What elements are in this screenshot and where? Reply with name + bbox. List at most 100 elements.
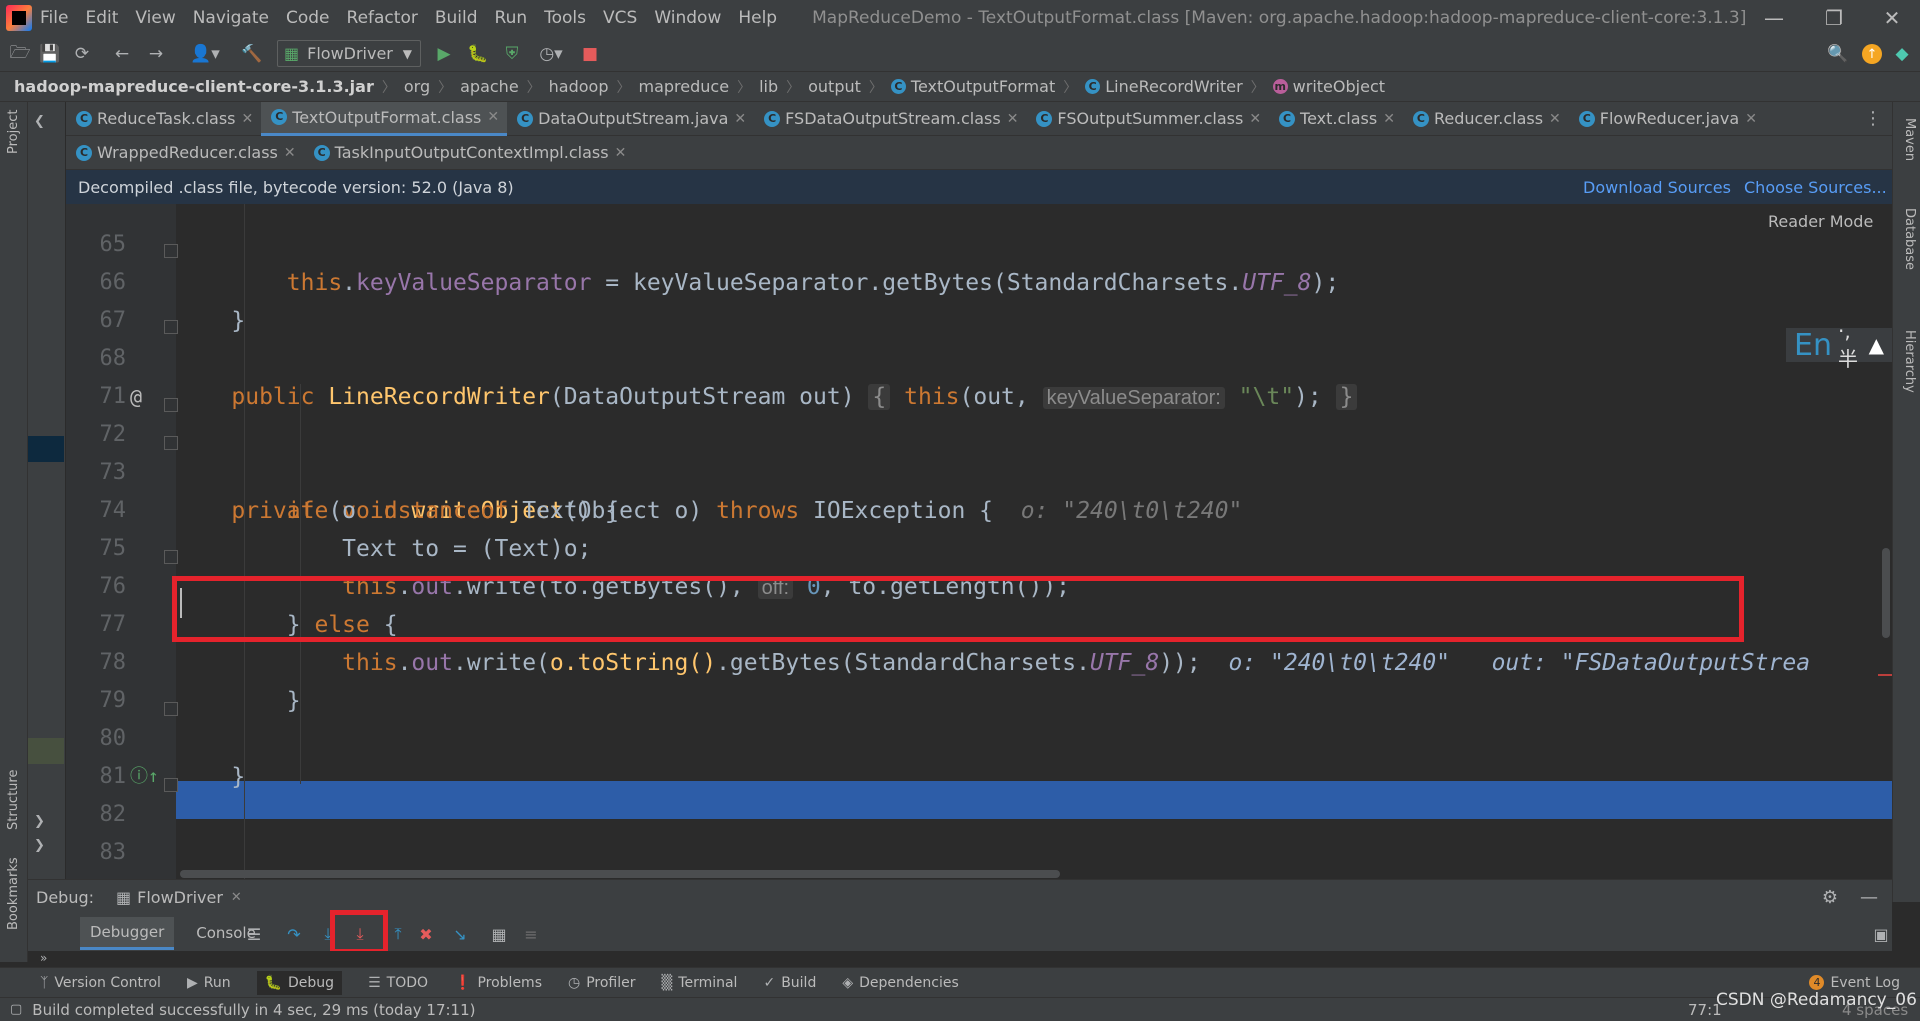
menu-file[interactable]: File	[40, 8, 68, 28]
project-tool-button[interactable]: Project	[6, 110, 21, 154]
menu-edit[interactable]: Edit	[85, 8, 118, 28]
crumb-org[interactable]: org	[404, 77, 430, 96]
gear-icon[interactable]: ⚙	[1822, 887, 1838, 908]
chevron-down-icon[interactable]: ❮	[34, 114, 45, 129]
run-icon[interactable]: ▶	[434, 44, 454, 64]
tab-flowreducer[interactable]: C FlowReducer.java ✕	[1569, 102, 1765, 136]
more-tabs-icon[interactable]: ⋮	[1864, 108, 1882, 129]
crumb-writeobject[interactable]: writeObject	[1293, 77, 1385, 96]
hide-panel-icon[interactable]: —	[1860, 887, 1878, 908]
back-arrow-icon[interactable]: ←	[112, 44, 132, 64]
tab-fsoutputsummer[interactable]: C FSOutputSummer.class ✕	[1026, 102, 1269, 136]
chevron-double-right-icon[interactable]: »	[40, 951, 47, 965]
structure-tool-button[interactable]: Structure	[6, 770, 21, 830]
reader-mode-toggle[interactable]: Reader Mode	[1768, 212, 1873, 231]
fold-marker-icon[interactable]	[164, 702, 178, 716]
bookmarks-tool-button[interactable]: Bookmarks	[6, 857, 21, 930]
close-icon[interactable]: ✕	[1745, 111, 1757, 127]
crumb-jar[interactable]: hadoop-mapreduce-client-core-3.1.3.jar	[14, 77, 374, 96]
close-icon[interactable]: ✕	[231, 890, 242, 905]
close-icon[interactable]: ✕	[1249, 111, 1261, 127]
menu-help[interactable]: Help	[738, 8, 777, 28]
close-icon[interactable]: ✕	[1007, 111, 1019, 127]
debug-session-tab[interactable]: FlowDriver	[137, 888, 223, 907]
bottom-tab-run[interactable]: ▶ Run	[187, 975, 231, 991]
implements-icon[interactable]: ⓘ↑	[130, 758, 159, 796]
stop-icon[interactable]: ■	[580, 44, 600, 64]
drop-frame-icon[interactable]: ✖	[415, 923, 437, 945]
close-icon[interactable]: ✕	[487, 109, 499, 125]
fold-marker-icon[interactable]	[164, 244, 178, 258]
tab-fsdataoutputstream[interactable]: C FSDataOutputStream.class ✕	[754, 102, 1026, 136]
fold-marker-icon[interactable]	[164, 778, 178, 792]
fold-marker-icon[interactable]	[164, 320, 178, 334]
tab-wrappedreducer[interactable]: C WrappedReducer.class ✕	[66, 136, 304, 170]
tab-reducer[interactable]: C Reducer.class ✕	[1403, 102, 1569, 136]
search-icon[interactable]: 🔍	[1827, 44, 1848, 64]
bottom-tab-dependencies[interactable]: ◈ Dependencies	[842, 975, 958, 991]
profiler-icon[interactable]: ◷▾	[534, 44, 568, 64]
menu-navigate[interactable]: Navigate	[193, 8, 269, 28]
close-icon[interactable]: ✕	[615, 145, 627, 161]
crumb-hadoop[interactable]: hadoop	[549, 77, 609, 96]
menu-view[interactable]: View	[135, 8, 175, 28]
evaluate-expression-icon[interactable]: ▦	[488, 923, 510, 945]
status-message[interactable]: Build completed successfully in 4 sec, 2…	[32, 1001, 475, 1019]
crumb-mapreduce[interactable]: mapreduce	[639, 77, 730, 96]
maven-tool-button[interactable]: Maven	[1902, 118, 1917, 161]
code-editor[interactable]: 65 this.keyValueSeparator = keyValueSepa…	[66, 204, 1892, 879]
tree-row-highlight[interactable]	[28, 738, 64, 764]
fold-marker-icon[interactable]	[164, 550, 178, 564]
error-stripe-mark[interactable]	[1878, 674, 1892, 676]
sync-icon[interactable]: ⟳	[72, 44, 92, 64]
close-icon[interactable]: ✕	[734, 111, 746, 127]
bottom-tab-debug[interactable]: 🐛 Debug	[256, 970, 343, 995]
crumb-apache[interactable]: apache	[460, 77, 519, 96]
crumb-linerecordwriter[interactable]: LineRecordWriter	[1105, 77, 1242, 96]
close-icon[interactable]: ✕	[1383, 111, 1395, 127]
tab-reducetask[interactable]: C ReduceTask.class ✕	[66, 102, 261, 136]
debug-bug-icon[interactable]: 🐛	[467, 44, 488, 64]
update-icon[interactable]: ↑	[1862, 44, 1882, 64]
close-window-icon[interactable]: ✕	[1864, 0, 1920, 36]
tab-taskinputoutputcontextimpl[interactable]: C TaskInputOutputContextImpl.class ✕	[304, 136, 635, 170]
tab-text[interactable]: C Text.class ✕	[1269, 102, 1403, 136]
chevron-right-icon[interactable]: ❯	[34, 814, 45, 829]
step-over-icon[interactable]: ↷	[283, 923, 305, 945]
menu-run[interactable]: Run	[495, 8, 528, 28]
bottom-tab-version-control[interactable]: ᛉ Version Control	[40, 975, 161, 991]
close-icon[interactable]: ✕	[1549, 111, 1561, 127]
menu-refactor[interactable]: Refactor	[347, 8, 418, 28]
bottom-tab-build[interactable]: ✓ Build	[763, 975, 816, 991]
horizontal-scrollbar[interactable]	[180, 870, 1060, 878]
chevron-right-icon[interactable]: ❯	[34, 838, 45, 853]
tab-debugger[interactable]: Debugger	[80, 916, 175, 950]
tab-textoutputformat[interactable]: C TextOutputFormat.class ✕	[261, 101, 508, 136]
menu-tools[interactable]: Tools	[544, 8, 586, 28]
menu-build[interactable]: Build	[435, 8, 478, 28]
bottom-tab-profiler[interactable]: ◷ Profiler	[568, 975, 636, 991]
menu-lines-icon[interactable]: ☰	[243, 923, 265, 945]
hierarchy-tool-button[interactable]: Hierarchy	[1902, 330, 1917, 393]
trace-icon[interactable]: ≡	[520, 923, 542, 945]
forward-arrow-icon[interactable]: →	[146, 44, 166, 64]
database-tool-button[interactable]: Database	[1902, 208, 1917, 270]
menu-vcs[interactable]: VCS	[603, 8, 637, 28]
selected-tree-row[interactable]	[28, 436, 64, 462]
bottom-tab-todo[interactable]: ☰ TODO	[368, 975, 428, 991]
fold-marker-icon[interactable]	[164, 398, 178, 412]
fold-marker-icon[interactable]	[164, 436, 178, 450]
close-icon[interactable]: ✕	[284, 145, 296, 161]
run-config-selector[interactable]: ▦ FlowDriver ▼	[277, 40, 421, 67]
override-at-icon[interactable]: @	[130, 378, 142, 416]
bottom-tab-problems[interactable]: ❗ Problems	[454, 975, 542, 991]
crumb-output[interactable]: output	[808, 77, 861, 96]
coverage-icon[interactable]: ⛨	[502, 44, 522, 64]
close-icon[interactable]: ✕	[242, 111, 254, 127]
layout-icon[interactable]: ▣	[1870, 923, 1892, 945]
build-hammer-icon[interactable]: 🔨	[241, 44, 262, 64]
crumb-textoutputformat[interactable]: TextOutputFormat	[911, 77, 1055, 96]
step-out-icon[interactable]: ⤒	[387, 923, 409, 945]
minimize-icon[interactable]: —	[1746, 0, 1802, 36]
user-icon[interactable]: 👤▾	[188, 44, 222, 64]
